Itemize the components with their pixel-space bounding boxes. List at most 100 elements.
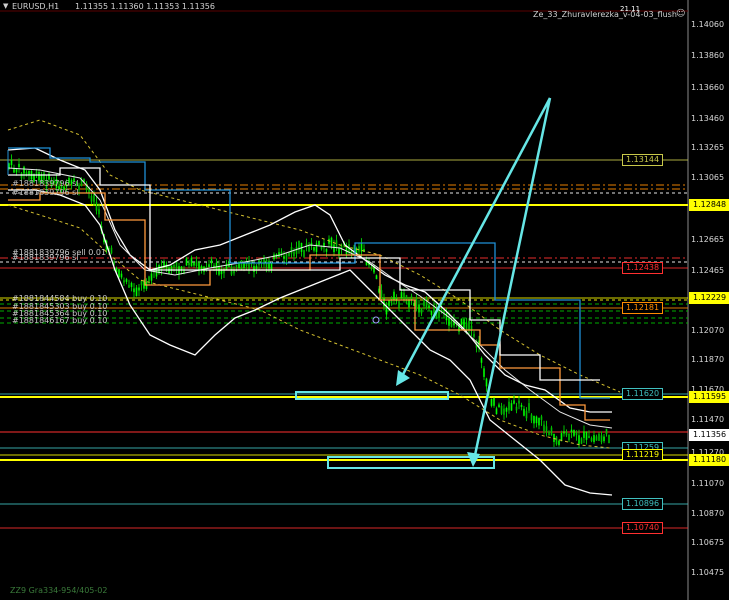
- candle-body: [543, 424, 545, 431]
- candle-body: [240, 260, 243, 270]
- candle-body: [90, 196, 93, 202]
- status-text: ZZ9 Gra334-954/405-02: [10, 586, 108, 595]
- candle-body: [148, 276, 150, 283]
- candle-body: [480, 358, 483, 363]
- level-price-box: 1.12229: [689, 292, 729, 304]
- candle-body: [35, 171, 38, 174]
- chart-window[interactable]: ▼ EURUSD,H1 1.11355 1.11360 1.11353 1.11…: [0, 0, 729, 600]
- order-label-sell-shadow[interactable]: #1881839796 sl: [12, 179, 79, 188]
- candle-body: [93, 193, 95, 202]
- candle-body: [473, 333, 475, 337]
- candle-body: [540, 416, 543, 420]
- candle-body: [505, 408, 508, 412]
- candle-body: [133, 288, 135, 293]
- candle-body: [500, 405, 503, 414]
- candle-body: [380, 290, 383, 298]
- candle-body: [95, 202, 98, 211]
- candle-body: [448, 318, 450, 326]
- candle-body: [538, 417, 540, 426]
- level-price-box: 1.10740: [622, 522, 664, 534]
- indicator-extra: 21.11: [620, 5, 641, 13]
- candle-body: [563, 431, 565, 434]
- candle-body: [285, 253, 288, 260]
- price-tick: 1.12070: [691, 326, 725, 335]
- candle-body: [460, 318, 463, 325]
- trend-arrows[interactable]: [295, 97, 552, 469]
- candle-body: [523, 408, 525, 416]
- candle-body: [268, 260, 270, 269]
- candle-body: [293, 251, 295, 257]
- candle-body: [273, 254, 275, 260]
- candle-body: [558, 440, 560, 445]
- candle-body: [410, 296, 413, 300]
- price-tick: 1.10475: [691, 568, 725, 577]
- candle-body: [283, 256, 285, 259]
- order-label-buy-4[interactable]: #1881846167 buy 0.10: [12, 316, 107, 325]
- candle-body: [303, 250, 305, 257]
- candle-body: [430, 310, 433, 315]
- candle-body: [210, 259, 213, 264]
- level-price-box: 1.11595: [689, 391, 729, 403]
- price-tick: 1.13860: [691, 51, 725, 60]
- candle-body: [608, 435, 610, 444]
- candle-body: [270, 262, 273, 271]
- current-price-box: 1.11356: [689, 429, 729, 441]
- price-tick: 1.10870: [691, 509, 725, 518]
- candle-body: [138, 287, 140, 291]
- candle-body: [535, 416, 538, 424]
- candle-body: [585, 432, 588, 440]
- price-tick: 1.11470: [691, 415, 725, 424]
- level-price-box: 1.12181: [622, 302, 664, 314]
- indicator-label: Ze_33_Zhuravlerezka_v-04-03_flush: [533, 10, 677, 19]
- candle-body: [425, 301, 428, 309]
- candle-body: [375, 275, 378, 280]
- candle-body: [578, 435, 580, 445]
- candle-body: [568, 433, 570, 441]
- candle-body: [450, 319, 453, 327]
- candle-body: [570, 429, 573, 433]
- candle-body: [110, 247, 113, 254]
- candle-body: [495, 408, 498, 415]
- candle-body: [518, 400, 520, 404]
- price-tick: 1.11870: [691, 355, 725, 364]
- candle-body: [545, 426, 548, 433]
- order-label-sell-shadow-2[interactable]: #1881839796 sl: [12, 188, 79, 197]
- price-tick: 1.13265: [691, 143, 725, 152]
- candle-body: [445, 313, 448, 321]
- candle-body: [398, 301, 400, 308]
- candle-body: [125, 279, 128, 282]
- candle-body: [188, 262, 190, 266]
- candle-body: [565, 431, 568, 436]
- candle-body: [503, 408, 505, 415]
- candle-body: [493, 397, 495, 406]
- candle-body: [278, 252, 280, 257]
- candle-body: [490, 398, 493, 406]
- candle-body: [603, 436, 605, 442]
- triangle-down-icon[interactable]: ▼: [3, 2, 8, 10]
- candle-body: [465, 322, 468, 330]
- candle-body: [308, 246, 310, 252]
- price-plot[interactable]: [0, 0, 729, 600]
- candle-body: [595, 436, 598, 441]
- price-tick: 1.13660: [691, 83, 725, 92]
- candle-body: [20, 173, 23, 179]
- candle-body: [315, 243, 318, 252]
- candle-body: [513, 400, 515, 404]
- order-marker: [372, 316, 380, 324]
- candle-body: [330, 237, 333, 247]
- candle-body: [253, 265, 255, 273]
- candle-body: [550, 427, 553, 436]
- order-label-sell-dup[interactable]: #1881839796 sl: [12, 253, 79, 262]
- candle-body: [508, 401, 510, 411]
- candle-body: [573, 429, 575, 436]
- candle-body: [13, 168, 15, 173]
- candle-body: [428, 305, 430, 308]
- target-rectangle-2: [327, 456, 495, 469]
- candle-body: [388, 300, 390, 307]
- price-tick: 1.13065: [691, 173, 725, 182]
- candle-body: [605, 428, 608, 435]
- candle-body: [580, 438, 583, 444]
- candle-body: [135, 287, 138, 297]
- trend-arrow-line-1: [398, 97, 552, 381]
- candle-body: [548, 431, 550, 436]
